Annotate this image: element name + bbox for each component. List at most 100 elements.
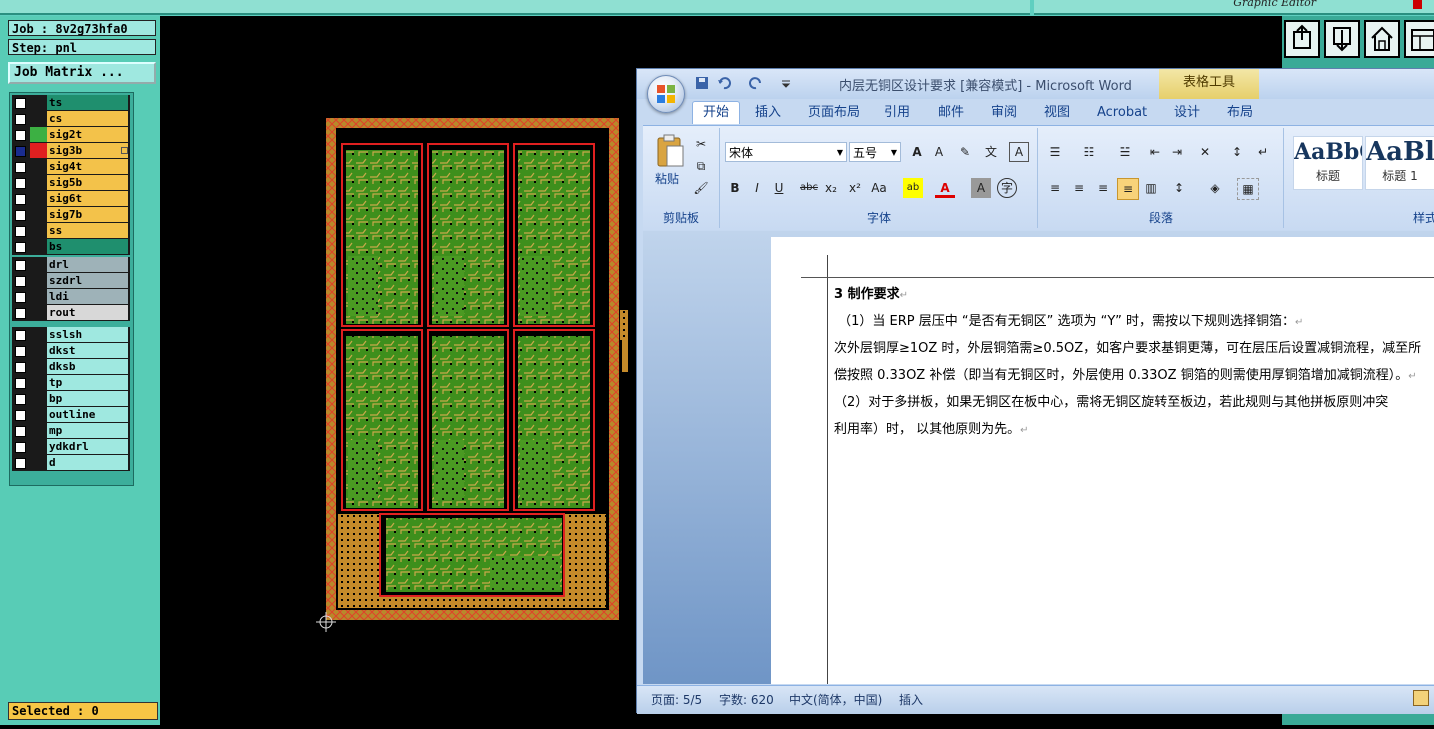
layer-color-swatch[interactable] xyxy=(30,359,47,374)
font-size-select[interactable]: 五号 ▼ xyxy=(849,142,901,162)
layer-row-sig4t[interactable]: sig4t xyxy=(12,159,130,175)
highlight-icon[interactable]: ab xyxy=(903,178,923,198)
layer-row-outline[interactable]: outline xyxy=(12,407,130,423)
layer-color-swatch[interactable] xyxy=(30,375,47,390)
style-heading-1[interactable]: AaBl 标题 1 xyxy=(1365,136,1434,190)
subscript-icon[interactable]: x₂ xyxy=(821,178,841,198)
layer-row-sig2t[interactable]: sig2t xyxy=(12,127,130,143)
shrink-font-icon[interactable]: A xyxy=(929,142,949,162)
paste-label[interactable]: 粘贴 xyxy=(655,170,679,187)
tab-design[interactable]: 设计 xyxy=(1174,102,1200,124)
document-page[interactable]: 3 制作要求↵ （1）当 ERP 层压中 “是否有无铜区” 选项为 “Y” 时，… xyxy=(771,237,1434,684)
tab-page-layout[interactable]: 页面布局 xyxy=(808,102,860,124)
layer-color-swatch[interactable] xyxy=(30,455,47,470)
layer-checkbox[interactable] xyxy=(15,194,26,205)
layer-row-dkst[interactable]: dkst xyxy=(12,343,130,359)
font-color-icon[interactable]: A xyxy=(935,178,955,198)
sort-icon[interactable]: ↕ xyxy=(1227,142,1247,162)
layer-name[interactable]: ss xyxy=(47,223,128,238)
enclose-char-icon[interactable]: 字 xyxy=(997,178,1017,198)
layer-checkbox[interactable] xyxy=(15,276,26,287)
layer-name[interactable]: tp xyxy=(47,375,128,390)
asian-layout-icon[interactable]: ✕ xyxy=(1195,142,1215,162)
layer-color-swatch[interactable] xyxy=(30,257,47,272)
italic-icon[interactable]: I xyxy=(747,178,767,198)
layer-name[interactable]: drl xyxy=(47,257,128,272)
layer-checkbox[interactable] xyxy=(15,378,26,389)
tab-acrobat[interactable]: Acrobat xyxy=(1097,102,1147,124)
layer-checkbox[interactable] xyxy=(15,362,26,373)
layer-color-swatch[interactable] xyxy=(30,423,47,438)
layer-checkbox[interactable] xyxy=(15,442,26,453)
tab-home[interactable]: 开始 xyxy=(692,101,741,124)
insert-mode[interactable]: 插入 xyxy=(899,691,923,708)
layer-checkbox[interactable] xyxy=(15,426,26,437)
layer-name[interactable]: szdrl xyxy=(47,273,128,288)
layer-name[interactable]: sig2t xyxy=(47,127,128,142)
layer-name[interactable]: ldi xyxy=(47,289,128,304)
layer-name[interactable]: sig7b xyxy=(47,207,128,222)
clear-format-icon[interactable]: ✎ xyxy=(955,142,975,162)
layer-row-ydkdrl[interactable]: ydkdrl xyxy=(12,439,130,455)
layer-color-swatch[interactable] xyxy=(30,407,47,422)
grow-font-icon[interactable]: A xyxy=(907,142,927,162)
layer-color-swatch[interactable] xyxy=(30,343,47,358)
change-case-icon[interactable]: Aa xyxy=(869,178,889,198)
layer-row-sslsh[interactable]: sslsh xyxy=(12,327,130,343)
office-button[interactable] xyxy=(647,75,685,113)
tab-insert[interactable]: 插入 xyxy=(755,102,781,124)
increase-indent-icon[interactable]: ⇥ xyxy=(1167,142,1187,162)
layer-row-tp[interactable]: tp xyxy=(12,375,130,391)
layer-name[interactable]: sslsh xyxy=(47,327,128,342)
layer-checkbox[interactable] xyxy=(15,146,26,157)
layer-color-swatch[interactable] xyxy=(30,327,47,342)
multilevel-list-icon[interactable]: ☱ xyxy=(1115,142,1135,162)
layer-name[interactable]: sig6t xyxy=(47,191,128,206)
save-icon[interactable] xyxy=(695,76,709,90)
undo-icon[interactable] xyxy=(717,76,731,90)
layer-color-swatch[interactable] xyxy=(30,223,47,238)
char-shading-icon[interactable]: A xyxy=(971,178,991,198)
layer-color-swatch[interactable] xyxy=(30,391,47,406)
language-indicator[interactable]: 中文(简体，中国) xyxy=(789,691,882,708)
tab-references[interactable]: 引用 xyxy=(884,102,910,124)
align-right-icon[interactable]: ≡ xyxy=(1093,178,1113,198)
layer-checkbox[interactable] xyxy=(15,162,26,173)
layer-color-swatch[interactable] xyxy=(30,159,47,174)
layer-name[interactable]: ydkdrl xyxy=(47,439,128,454)
layer-color-swatch[interactable] xyxy=(30,127,47,142)
layer-row-ss[interactable]: ss xyxy=(12,223,130,239)
char-border-icon[interactable]: A xyxy=(1009,142,1029,162)
layer-row-mp[interactable]: mp xyxy=(12,423,130,439)
layer-checkbox[interactable] xyxy=(15,178,26,189)
layer-checkbox[interactable] xyxy=(15,210,26,221)
layer-name[interactable]: cs xyxy=(47,111,128,126)
layer-name[interactable]: bs xyxy=(47,239,128,254)
document-text[interactable]: 3 制作要求↵ （1）当 ERP 层压中 “是否有无铜区” 选项为 “Y” 时，… xyxy=(834,281,1434,443)
shading-icon[interactable]: ◈ xyxy=(1205,178,1225,198)
justify-icon[interactable]: ≡ xyxy=(1117,178,1139,200)
layer-checkbox[interactable] xyxy=(15,410,26,421)
layer-color-swatch[interactable] xyxy=(30,143,47,158)
layer-checkbox[interactable] xyxy=(15,458,26,469)
layer-checkbox[interactable] xyxy=(15,130,26,141)
layer-name[interactable]: dkst xyxy=(47,343,128,358)
layer-row-dksb[interactable]: dksb xyxy=(12,359,130,375)
style-heading[interactable]: AaBbC 标题 xyxy=(1293,136,1363,190)
layer-row-sig5b[interactable]: sig5b xyxy=(12,175,130,191)
layer-row-szdrl[interactable]: szdrl xyxy=(12,273,130,289)
layer-row-rout[interactable]: rout xyxy=(12,305,130,321)
layer-checkbox[interactable] xyxy=(15,114,26,125)
layer-color-swatch[interactable] xyxy=(30,191,47,206)
underline-icon[interactable]: U xyxy=(769,178,789,198)
layer-name[interactable]: dksb xyxy=(47,359,128,374)
font-name-select[interactable]: 宋体 ▼ xyxy=(725,142,847,162)
cut-icon[interactable]: ✂ xyxy=(691,134,711,154)
layer-row-cs[interactable]: cs xyxy=(12,111,130,127)
align-left-icon[interactable]: ≡ xyxy=(1045,178,1065,198)
phonetic-guide-icon[interactable]: 文 xyxy=(981,142,1001,162)
layer-name[interactable]: sig3b xyxy=(47,143,128,158)
bullets-icon[interactable]: ☰ xyxy=(1045,142,1065,162)
word-window[interactable]: 内层无铜区设计要求 [兼容模式] - Microsoft Word 表格工具 开… xyxy=(636,68,1434,714)
layer-checkbox[interactable] xyxy=(15,98,26,109)
